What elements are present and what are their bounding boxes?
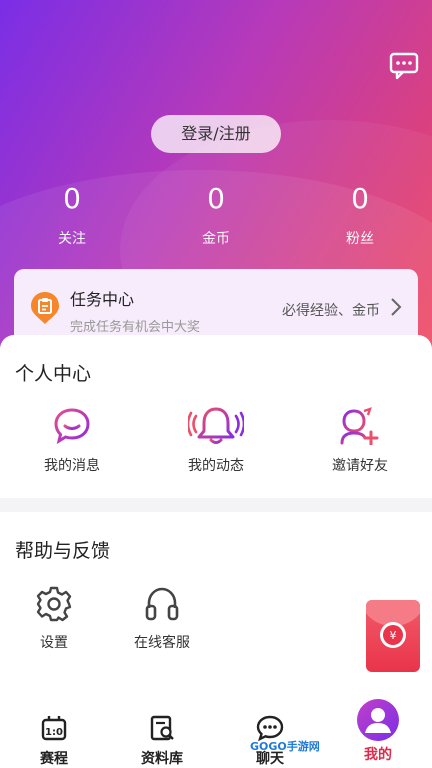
- red-packet-button[interactable]: ¥: [366, 600, 420, 672]
- section-title: 个人中心: [15, 363, 92, 385]
- settings-tile[interactable]: 设置: [0, 586, 109, 652]
- watermark-logo: GOGO手游网: [250, 740, 320, 753]
- coin-icon: ¥: [380, 622, 406, 648]
- message-icon[interactable]: [389, 52, 419, 80]
- task-subtitle: 完成任务有机会中大奖: [70, 320, 201, 335]
- stat-fans[interactable]: 0 粉丝: [305, 182, 415, 248]
- section-title: 帮助与反馈: [15, 540, 111, 562]
- task-reward: 必得经验、金币: [282, 303, 380, 319]
- chat-bubble-icon: [54, 408, 90, 445]
- svg-text:1:0: 1:0: [45, 727, 63, 738]
- stat-label: 粉丝: [346, 231, 374, 247]
- tile-label: 设置: [40, 635, 68, 651]
- bell-icon: [188, 407, 244, 444]
- tab-database[interactable]: 资料库: [122, 714, 202, 768]
- headset-icon: [145, 587, 179, 621]
- task-title: 任务中心: [70, 290, 135, 309]
- stat-label: 金币: [202, 231, 230, 247]
- database-icon: [150, 715, 174, 741]
- profile-icon[interactable]: [357, 699, 399, 741]
- invite-friends-tile[interactable]: 邀请好友: [305, 407, 415, 475]
- stat-coins[interactable]: 0 金币: [161, 182, 271, 248]
- tile-label: 我的动态: [188, 458, 244, 474]
- gear-icon: [36, 586, 72, 622]
- chevron-right-icon: [391, 298, 402, 316]
- svg-text:¥: ¥: [390, 629, 397, 642]
- tab-schedule[interactable]: 1:0 赛程: [14, 714, 94, 768]
- tile-label: 在线客服: [134, 635, 190, 651]
- schedule-icon: 1:0: [41, 716, 67, 741]
- tile-label: 我的消息: [44, 458, 100, 474]
- stat-following[interactable]: 0 关注: [17, 182, 127, 248]
- tab-label: 我的: [364, 747, 392, 763]
- tab-label: 赛程: [40, 751, 68, 767]
- my-activity-tile[interactable]: 我的动态: [161, 407, 271, 475]
- stat-value: 0: [351, 182, 369, 215]
- stat-value: 0: [63, 182, 81, 215]
- stat-label: 关注: [58, 231, 86, 247]
- add-user-icon: [340, 407, 379, 445]
- my-messages-tile[interactable]: 我的消息: [17, 407, 127, 475]
- stat-value: 0: [207, 182, 225, 215]
- task-badge-icon: [31, 292, 59, 324]
- tile-label: 邀请好友: [332, 458, 388, 474]
- login-register-button[interactable]: 登录/注册: [151, 115, 281, 153]
- tab-label: 资料库: [141, 751, 183, 767]
- personal-center-panel: 个人中心 我的消息 我的动态 邀请好友: [0, 335, 432, 498]
- online-support-tile[interactable]: 在线客服: [107, 586, 217, 652]
